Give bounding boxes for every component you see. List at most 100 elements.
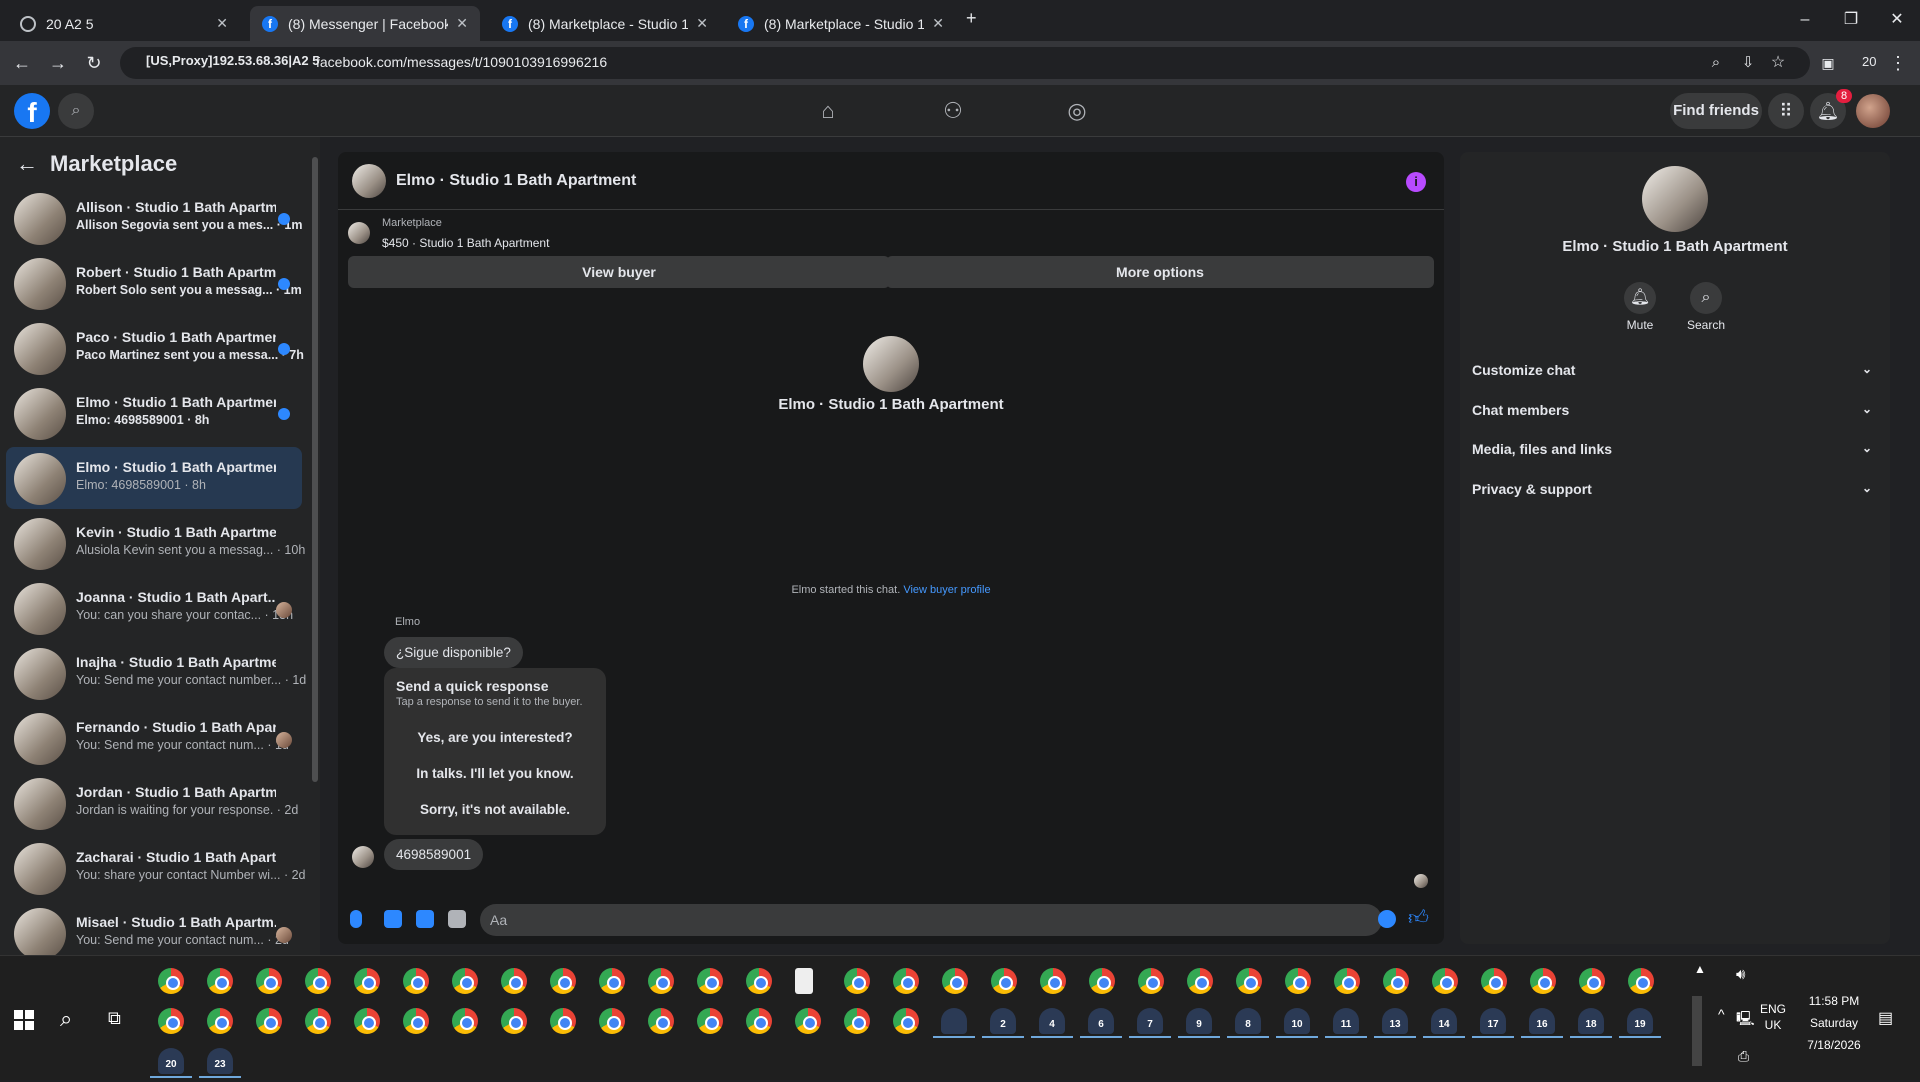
profile-badge-icon[interactable]: 2: [990, 1008, 1016, 1034]
conversation-item[interactable]: Paco · Studio 1 Bath Apartment Paco Marti…: [6, 317, 304, 379]
chrome-icon[interactable]: [452, 968, 478, 994]
chrome-icon[interactable]: [403, 1008, 429, 1034]
conversation-item[interactable]: Kevin · Studio 1 Bath Apartment Alusiola …: [6, 512, 305, 574]
listing-title[interactable]: $450 · Studio 1 Bath Apartment: [382, 236, 549, 250]
chrome-icon[interactable]: [501, 1008, 527, 1034]
chrome-icon[interactable]: [1481, 968, 1507, 994]
chrome-icon[interactable]: [256, 1008, 282, 1034]
gif-icon[interactable]: [448, 910, 466, 928]
chrome-icon[interactable]: [648, 968, 674, 994]
chrome-icon[interactable]: [1089, 968, 1115, 994]
chrome-icon[interactable]: [1579, 968, 1605, 994]
network-icon[interactable]: 🖳: [1736, 1008, 1755, 1032]
avatar[interactable]: [352, 164, 386, 198]
avatar[interactable]: [1642, 166, 1708, 232]
browser-tab-2[interactable]: f (8) Marketplace - Studio 1 Bath ✕: [490, 6, 720, 41]
profile-badge-icon[interactable]: 9: [1186, 1008, 1212, 1034]
chrome-icon[interactable]: [1138, 968, 1164, 994]
chrome-icon[interactable]: [844, 968, 870, 994]
bookmark-star-icon[interactable]: ☆: [1766, 51, 1790, 75]
chrome-icon[interactable]: [844, 1008, 870, 1034]
back-arrow-icon[interactable]: ←: [10, 51, 34, 75]
conversation-item[interactable]: Jordan · Studio 1 Bath Apartment Jordan i…: [6, 772, 302, 834]
groups-icon[interactable]: ◎: [1061, 95, 1093, 127]
back-arrow-icon[interactable]: ←: [16, 151, 38, 177]
chrome-icon[interactable]: [403, 968, 429, 994]
menu-grid-icon[interactable]: ⠿: [1768, 93, 1804, 129]
friends-icon[interactable]: ⚇: [937, 95, 969, 127]
chrome-icon[interactable]: [354, 968, 380, 994]
tray-chevron-icon[interactable]: ^: [1718, 1006, 1725, 1022]
profile-badge-icon[interactable]: 6: [1088, 1008, 1114, 1034]
customize-chat-row[interactable]: Customize chat ⌄: [1472, 362, 1878, 394]
chrome-icon[interactable]: [501, 968, 527, 994]
chrome-icon[interactable]: [697, 968, 723, 994]
more-options-button[interactable]: More options: [886, 256, 1434, 288]
tab-close-icon[interactable]: ✕: [456, 15, 468, 32]
browser-tab-3[interactable]: f (8) Marketplace - Studio 1 Bath ✕: [726, 6, 956, 41]
profile-badge-icon[interactable]: 11: [1333, 1008, 1359, 1034]
chrome-icon[interactable]: [1334, 968, 1360, 994]
facebook-logo-icon[interactable]: f: [14, 93, 50, 129]
profile-badge-icon[interactable]: 19: [1627, 1008, 1653, 1034]
profile-badge-icon[interactable]: 23: [207, 1048, 233, 1074]
profile-badge-icon[interactable]: 14: [1431, 1008, 1457, 1034]
chrome-icon[interactable]: [648, 1008, 674, 1034]
profile-badge-icon[interactable]: 4: [1039, 1008, 1065, 1034]
home-icon[interactable]: ⌂: [812, 95, 844, 127]
chrome-icon[interactable]: [942, 968, 968, 994]
microphone-icon[interactable]: [350, 910, 362, 928]
chrome-icon[interactable]: [305, 968, 331, 994]
chrome-icon[interactable]: [1236, 968, 1262, 994]
tab-close-icon[interactable]: ✕: [696, 15, 708, 32]
profile-badge-icon[interactable]: [941, 1008, 967, 1034]
scroll-up-icon[interactable]: ▲: [1694, 962, 1706, 976]
chrome-icon[interactable]: [1285, 968, 1311, 994]
conversation-item[interactable]: Elmo · Studio 1 Bath Apartment Elmo: 4698…: [6, 382, 302, 444]
chrome-icon[interactable]: [1383, 968, 1409, 994]
profile-count[interactable]: 20: [1862, 54, 1876, 69]
volume-icon[interactable]: 🔊︎: [1736, 966, 1745, 983]
chrome-icon[interactable]: [550, 1008, 576, 1034]
quick-response-option[interactable]: In talks. I'll let you know.: [384, 766, 606, 781]
browser-tab-0[interactable]: 20 A2 5 ✕: [8, 6, 240, 41]
windows-start-icon[interactable]: [14, 1010, 34, 1030]
chrome-icon[interactable]: [1628, 968, 1654, 994]
profile-badge-icon[interactable]: 16: [1529, 1008, 1555, 1034]
privacy-support-row[interactable]: Privacy & support ⌄: [1472, 481, 1878, 513]
address-bar[interactable]: [US,Proxy]192.53.68.36|A2 5 facebook.com…: [120, 47, 1810, 79]
search-icon[interactable]: ⌕: [58, 93, 94, 129]
task-view-icon[interactable]: ⧉: [108, 1008, 121, 1029]
conversation-item[interactable]: Zacharai · Studio 1 Bath Apartm... You: s…: [6, 837, 306, 899]
emoji-icon[interactable]: [1378, 910, 1396, 928]
profile-badge-icon[interactable]: 7: [1137, 1008, 1163, 1034]
chrome-icon[interactable]: [1187, 968, 1213, 994]
notification-center-icon[interactable]: ▤: [1878, 1008, 1893, 1028]
minimize-button[interactable]: –: [1782, 0, 1828, 40]
chrome-icon[interactable]: [256, 968, 282, 994]
scrollbar[interactable]: [312, 157, 318, 782]
message-bubble[interactable]: ¿Sigue disponible?: [384, 637, 523, 668]
mute-button[interactable]: 🔔︎ Mute: [1610, 282, 1670, 332]
chrome-icon[interactable]: [354, 1008, 380, 1034]
new-tab-button[interactable]: +: [966, 8, 977, 29]
chrome-icon[interactable]: [550, 968, 576, 994]
language-indicator[interactable]: ENG UK: [1760, 1001, 1786, 1033]
conversation-item[interactable]: Elmo · Studio 1 Bath Apartment Elmo: 4698…: [6, 447, 302, 509]
chrome-icon[interactable]: [599, 1008, 625, 1034]
scrollbar[interactable]: [1692, 996, 1702, 1066]
profile-badge-icon[interactable]: 13: [1382, 1008, 1408, 1034]
zoom-icon[interactable]: ⌕: [1704, 51, 1728, 75]
tab-close-icon[interactable]: ✕: [932, 15, 944, 32]
avatar[interactable]: [1856, 94, 1890, 128]
chrome-icon[interactable]: [893, 968, 919, 994]
conversation-item[interactable]: Inajha · Studio 1 Bath Apartment You: Sen…: [6, 642, 306, 704]
profile-badge-icon[interactable]: 18: [1578, 1008, 1604, 1034]
conversation-item[interactable]: Joanna · Studio 1 Bath Apart... You: can …: [6, 577, 302, 639]
kebab-menu-icon[interactable]: ⋮: [1886, 51, 1910, 75]
close-window-button[interactable]: ✕: [1874, 0, 1920, 40]
chrome-icon[interactable]: [207, 1008, 233, 1034]
chrome-icon[interactable]: [599, 968, 625, 994]
install-icon[interactable]: ⇩: [1736, 51, 1760, 75]
chrome-icon[interactable]: [158, 968, 184, 994]
